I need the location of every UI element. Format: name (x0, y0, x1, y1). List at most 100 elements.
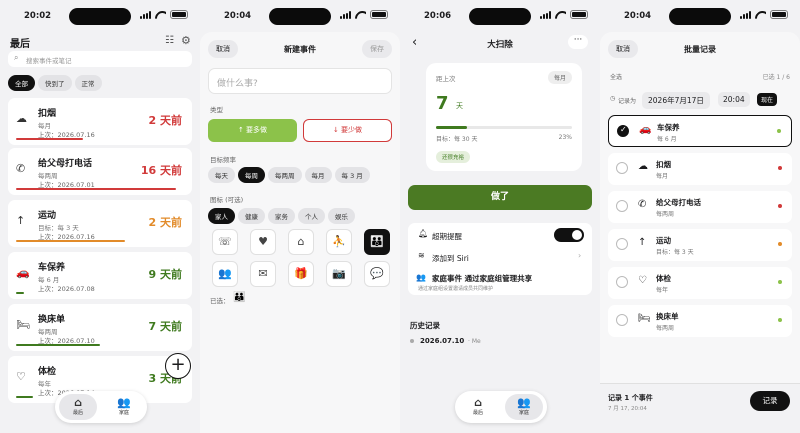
arrow-up-icon: ↑ (16, 214, 26, 227)
checkbox[interactable] (616, 200, 628, 212)
freq-weekly[interactable]: 每周 (238, 167, 265, 183)
time-picker[interactable]: 20:04 (718, 92, 750, 107)
batch-item[interactable]: ♡ 体检 每年 (608, 267, 792, 299)
screen-event-detail: 20:06 ‹ 大扫除 ··· 距上次 每月 7 天 目标：每 30 天 23%… (400, 0, 600, 433)
batch-item[interactable]: ☁ 扣烟 每月 (608, 153, 792, 185)
checkbox[interactable] (616, 162, 628, 174)
freq-daily[interactable]: 每天 (208, 167, 235, 183)
event-progress-bar (16, 138, 84, 140)
phone-icon: ✆ (638, 199, 647, 210)
batch-item[interactable]: 🛏 换床单 每两周 (608, 305, 792, 337)
dynamic-island (69, 8, 131, 25)
family-icon[interactable]: 👪 (364, 229, 390, 255)
type-more-button[interactable]: ↑ 要多做 (208, 119, 297, 142)
icon-cat-health[interactable]: 健康 (238, 208, 265, 224)
status-dot (777, 129, 781, 133)
select-all[interactable]: 全选 (610, 72, 622, 81)
batch-item[interactable]: ↑ 运动 目标：每 3 天 (608, 229, 792, 261)
type-less-button[interactable]: ↓ 要少做 (303, 119, 392, 142)
tab-family[interactable]: 👥 家庭 (505, 394, 543, 420)
filter-normal[interactable]: 正常 (74, 75, 102, 91)
bed-icon: 🛏 (16, 318, 30, 331)
filter-all[interactable]: 全部 (8, 75, 35, 91)
now-button[interactable]: 现在 (757, 93, 778, 106)
gift-icon[interactable]: 🎁 (288, 261, 314, 287)
phone-icon[interactable]: ☏ (212, 229, 238, 255)
event-card[interactable]: ☁ 扣烟 每月 上次：2026.07.16 2 天前 (8, 98, 192, 145)
checkbox[interactable] (616, 314, 628, 326)
phone-icon: ✆ (16, 162, 26, 175)
search-input[interactable]: ⌕ 搜索事件或笔记 (8, 51, 192, 67)
status-time: 20:04 (624, 11, 652, 21)
event-title: 换床单 (38, 315, 66, 325)
status-icons (340, 10, 388, 19)
stethoscope-icon: ♡ (638, 275, 647, 286)
item-frequency: 每两周 (656, 325, 675, 332)
dynamic-island (669, 8, 731, 25)
save-button[interactable]: 保存 (362, 40, 392, 58)
event-ago: 2 天前 (148, 216, 182, 229)
tab-recent[interactable]: ⌂ 最后 (459, 394, 497, 420)
batch-item[interactable]: ✓ 🚗 车保养每 6 月 (608, 115, 792, 147)
freq-biweekly[interactable]: 每两周 (268, 167, 302, 183)
days-value: 7 (436, 93, 449, 114)
list-filter-icon[interactable]: ☷ (165, 35, 174, 46)
tab-bar: ⌂ 最后 👥 家庭 (455, 391, 547, 423)
icon-cat-chores[interactable]: 家务 (268, 208, 295, 224)
add-button[interactable]: + (165, 353, 191, 379)
icon-cat-fun[interactable]: 娱乐 (328, 208, 355, 224)
battery-icon (770, 10, 788, 19)
reminder-toggle[interactable] (554, 228, 584, 242)
envelope-icon[interactable]: ✉ (250, 261, 276, 287)
house-icon[interactable]: ⌂ (288, 229, 314, 255)
freq-quarterly[interactable]: 每 3 月 (334, 167, 370, 183)
item-frequency: 每月 (656, 173, 669, 180)
status-bar: 20:06 (400, 0, 600, 30)
event-card[interactable]: ↑ 运动 目标：每 3 天上次：2026.07.16 2 天前 (8, 200, 192, 247)
event-name-field[interactable]: 做什么事? (208, 68, 392, 94)
checkbox[interactable] (616, 276, 628, 288)
item-frequency: 目标：每 3 天 (656, 249, 694, 256)
battery-icon (570, 10, 588, 19)
chat-icon[interactable]: 💬 (364, 261, 390, 287)
dynamic-island (269, 8, 331, 25)
checkbox[interactable] (616, 238, 628, 250)
signal-icon (340, 10, 351, 19)
date-picker[interactable]: 2026年7月17日 (642, 92, 710, 109)
record-button[interactable]: 记录 (750, 391, 790, 411)
event-card[interactable]: 🚗 车保养每 6 月上次：2026.07.08 9 天前 (8, 252, 192, 299)
event-card[interactable]: ✆ 给父母打电话 每两周 上次：2026.07.01 16 天前 (8, 148, 192, 195)
icon-cat-personal[interactable]: 个人 (298, 208, 325, 224)
people-icon[interactable]: 👥 (212, 261, 238, 287)
siri-label[interactable]: 添加到 Siri (432, 253, 469, 264)
record-as-label: 记录为 (618, 98, 637, 105)
wifi-icon (755, 11, 766, 19)
more-icon[interactable]: ··· (568, 35, 588, 49)
screen-new-event: 20:04 取消 新建事件 保存 做什么事? 类型 ↑ 要多做 ↓ 要少做 目标… (200, 0, 400, 433)
done-button[interactable]: 做了 (408, 185, 592, 210)
freq-monthly[interactable]: 每月 (304, 167, 332, 183)
camera-icon[interactable]: 📷 (326, 261, 352, 287)
home-icon: ⌂ (474, 396, 482, 409)
history-by: · Me (468, 338, 481, 345)
event-title: 扣烟 (38, 109, 57, 119)
event-ago: 7 天前 (148, 320, 182, 333)
filter-soon[interactable]: 快到了 (38, 75, 72, 91)
batch-item[interactable]: ✆ 给父母打电话 每两周 (608, 191, 792, 223)
checkbox[interactable]: ✓ (617, 125, 629, 137)
page-title: 最后 (10, 39, 30, 50)
heart-icon[interactable]: ♥ (250, 229, 276, 255)
status-badge: 还很充裕 (436, 151, 471, 163)
person-icon[interactable]: ⛹ (326, 229, 352, 255)
status-dot (778, 242, 782, 246)
wifi-icon (155, 11, 166, 19)
tab-family[interactable]: 👥 家庭 (105, 394, 143, 420)
signal-icon (540, 10, 551, 19)
tab-recent[interactable]: ⌂ 最后 (59, 394, 97, 420)
screen-batch-record: 20:04 取消 批量记录 全选 已选 1 / 6 ◷ 记录为 2026年7月1… (600, 0, 800, 433)
family-icon: 👥 (416, 273, 426, 282)
icon-cat-family[interactable]: 家人 (208, 208, 235, 224)
gear-icon[interactable]: ⚙ (181, 34, 191, 47)
event-card[interactable]: 🛏 换床单 每两周 上次：2026.07.10 7 天前 (8, 304, 192, 351)
signal-icon (740, 10, 751, 19)
